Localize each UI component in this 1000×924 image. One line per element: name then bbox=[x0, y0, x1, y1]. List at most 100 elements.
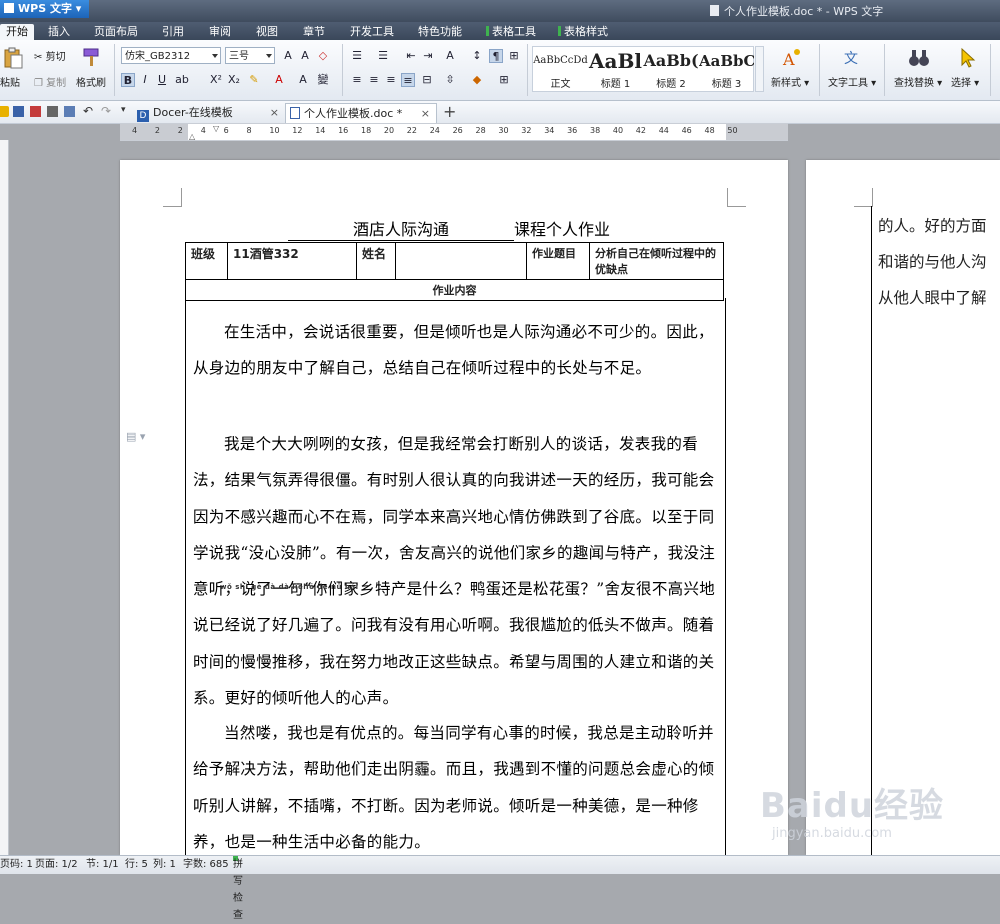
status-page-code[interactable]: 页码: 1 bbox=[0, 856, 33, 873]
superscript-icon[interactable]: X² bbox=[209, 73, 223, 87]
style-heading-1[interactable]: AaBl 标题 1 bbox=[588, 47, 643, 93]
grow-font-icon[interactable]: A bbox=[281, 49, 295, 63]
align-center-icon[interactable]: ≡ bbox=[367, 73, 381, 87]
close-icon[interactable]: × bbox=[421, 104, 430, 124]
document-page-1[interactable]: 酒店人际沟通 课程个人作业 班级 11酒管332 姓名 作业题目 分析自己在倾听过… bbox=[120, 160, 788, 855]
customize-quick-access-icon[interactable]: ▾ bbox=[121, 105, 126, 115]
align-left-icon[interactable]: ≡ bbox=[350, 73, 364, 87]
redo-icon[interactable]: ↷ bbox=[101, 104, 111, 118]
font-color-icon[interactable]: A bbox=[272, 73, 286, 87]
page2-line-3[interactable]: 从他人眼中了解 bbox=[878, 280, 1000, 316]
increase-indent-icon[interactable]: ⇥ bbox=[421, 49, 435, 63]
horizontal-ruler[interactable]: 4 2 2 4 6 8 10 12 14 16 18 20 22 24 26 28 30 32 34 36 38 40 42… bbox=[120, 123, 788, 141]
ruler-tick-label: 28 bbox=[475, 126, 486, 135]
tab-page-layout[interactable]: 页面布局 bbox=[88, 24, 144, 40]
sort-icon[interactable]: ↕ bbox=[470, 49, 484, 63]
line-spacing-icon[interactable]: ⇳ bbox=[443, 73, 457, 87]
justify-icon[interactable]: ≡ bbox=[401, 73, 415, 87]
format-painter-icon[interactable] bbox=[80, 46, 102, 68]
format-painter-button[interactable]: 格式刷 bbox=[76, 74, 106, 89]
show-marks-icon[interactable]: ¶ bbox=[489, 49, 503, 63]
italic-icon[interactable]: I bbox=[138, 73, 152, 87]
tab-view[interactable]: 视图 bbox=[250, 24, 284, 40]
save-icon[interactable] bbox=[13, 106, 24, 117]
tab-insert[interactable]: 插入 bbox=[42, 24, 76, 40]
clear-format-icon[interactable]: ◇ bbox=[316, 49, 330, 63]
subscript-icon[interactable]: X₂ bbox=[227, 73, 241, 87]
underline-icon[interactable]: U bbox=[155, 73, 169, 87]
select-button[interactable]: 选择 ▾ bbox=[951, 74, 979, 89]
name-value[interactable] bbox=[395, 242, 527, 280]
ruler-tick-label: 20 bbox=[383, 126, 395, 135]
font-name-select[interactable]: 仿宋_GB2312 bbox=[121, 47, 221, 64]
new-style-button[interactable]: 新样式 ▾ bbox=[771, 74, 809, 89]
shrink-font-icon[interactable]: A bbox=[298, 49, 312, 63]
page2-line-1[interactable]: 的人。好的方面 bbox=[878, 208, 1000, 244]
tab-chapter[interactable]: 章节 bbox=[297, 24, 331, 40]
tab-special-features[interactable]: 特色功能 bbox=[412, 24, 468, 40]
decrease-indent-icon[interactable]: ⇤ bbox=[404, 49, 418, 63]
strikethrough-icon[interactable]: ab bbox=[175, 73, 189, 87]
paragraph-weaknesses[interactable]: 我是个大大咧咧的女孩，但是我经常会打断别人的谈话，发表我的看法，结果气氛弄得很僵… bbox=[193, 426, 717, 716]
copy-button[interactable]: ❐ 复制 bbox=[34, 74, 66, 89]
paste-button[interactable]: 粘贴 bbox=[0, 74, 20, 89]
tab-review[interactable]: 审阅 bbox=[203, 24, 237, 40]
style-heading-3[interactable]: AaBbC 标题 3 bbox=[699, 47, 754, 93]
style-normal[interactable]: AaBbCcDd 正文 bbox=[533, 47, 588, 93]
binoculars-icon[interactable] bbox=[908, 47, 930, 69]
char-shading-icon[interactable]: A bbox=[296, 73, 310, 87]
style-heading-2[interactable]: AaBb(标题 2 bbox=[643, 47, 699, 93]
cut-button[interactable]: ✂ 剪切 bbox=[34, 48, 66, 63]
paste-icon[interactable] bbox=[2, 47, 24, 69]
app-menu-button[interactable]: WPS 文字 ▾ bbox=[0, 0, 90, 18]
print-preview-icon[interactable] bbox=[64, 106, 75, 117]
undo-icon[interactable]: ↶ bbox=[83, 104, 93, 118]
left-indent-icon[interactable]: △ bbox=[189, 132, 195, 141]
status-page[interactable]: 页面: 1/2 bbox=[35, 856, 78, 873]
tab-developer[interactable]: 开发工具 bbox=[344, 24, 400, 40]
close-icon[interactable]: × bbox=[270, 103, 279, 123]
style-gallery-scroll[interactable] bbox=[755, 46, 764, 92]
tab-start[interactable]: 开始 bbox=[0, 24, 34, 40]
font-size-select[interactable]: 三号 bbox=[225, 47, 275, 64]
paragraph-intro[interactable]: 在生活中，会说话很重要，但是倾听也是人际沟通必不可少的。因此，从身边的朋友中了解… bbox=[193, 314, 717, 387]
doc-tab-docer[interactable]: D Docer-在线模板 × bbox=[135, 103, 285, 123]
shading-icon[interactable]: ◆ bbox=[470, 73, 484, 87]
page2-line-2[interactable]: 和谐的与他人沟 bbox=[878, 244, 1000, 280]
find-replace-button[interactable]: 查找替换 ▾ bbox=[894, 74, 942, 89]
tab-table-tools[interactable]: 表格工具 bbox=[480, 24, 542, 40]
export-pdf-icon[interactable] bbox=[30, 106, 41, 117]
table-border-icon[interactable]: ⊞ bbox=[507, 49, 521, 63]
text-direction-icon[interactable]: A bbox=[443, 49, 457, 63]
vertical-ruler[interactable] bbox=[0, 140, 9, 855]
status-section[interactable]: 节: 1/1 bbox=[86, 856, 119, 873]
select-cursor-icon[interactable] bbox=[957, 47, 979, 69]
first-line-indent-icon[interactable]: ▽ bbox=[213, 124, 219, 133]
highlight-icon[interactable]: ✎ bbox=[247, 73, 261, 87]
doc-tab-active[interactable]: 个人作业模板.doc * × bbox=[285, 103, 437, 123]
status-word-count[interactable]: 字数: 685 bbox=[183, 856, 229, 873]
print-icon[interactable] bbox=[47, 106, 58, 117]
paragraph-layout-icon[interactable]: ▤ ▾ bbox=[126, 430, 145, 443]
tab-table-styles[interactable]: 表格样式 bbox=[552, 24, 614, 40]
new-tab-icon[interactable]: + bbox=[443, 102, 456, 121]
new-style-icon[interactable]: A bbox=[780, 47, 802, 69]
text-tools-button[interactable]: 文字工具 ▾ bbox=[828, 74, 876, 89]
bullets-icon[interactable]: ☰ bbox=[350, 49, 364, 63]
bold-icon[interactable]: B bbox=[121, 73, 135, 87]
align-right-icon[interactable]: ≡ bbox=[384, 73, 398, 87]
tab-references[interactable]: 引用 bbox=[156, 24, 190, 40]
topic-value[interactable]: 分析自己在倾听过程中的优缺点 bbox=[589, 242, 724, 280]
assignment-content-cell[interactable]: 在生活中，会说话很重要，但是倾听也是人际沟通必不可少的。因此，从身边的朋友中了解… bbox=[185, 298, 726, 855]
borders-icon[interactable]: ⊞ bbox=[497, 73, 511, 87]
document-page-2[interactable]: 的人。好的方面 和谐的与他人沟 从他人眼中了解 bbox=[806, 160, 1000, 855]
class-value[interactable]: 11酒管332 bbox=[227, 242, 357, 280]
paragraph-strengths[interactable]: 当然喽，我也是有优点的。每当同学有心事的时候，我总是主动聆听并给予解决方法，帮助… bbox=[193, 715, 717, 855]
phonetic-guide-icon[interactable]: 變 bbox=[316, 73, 330, 87]
distribute-icon[interactable]: ⊟ bbox=[420, 73, 434, 87]
status-row[interactable]: 行: 5 bbox=[125, 856, 148, 873]
numbering-icon[interactable]: ☰ bbox=[376, 49, 390, 63]
open-folder-icon[interactable] bbox=[0, 106, 9, 117]
status-col[interactable]: 列: 1 bbox=[153, 856, 176, 873]
text-tools-icon[interactable]: 文 bbox=[842, 47, 864, 69]
